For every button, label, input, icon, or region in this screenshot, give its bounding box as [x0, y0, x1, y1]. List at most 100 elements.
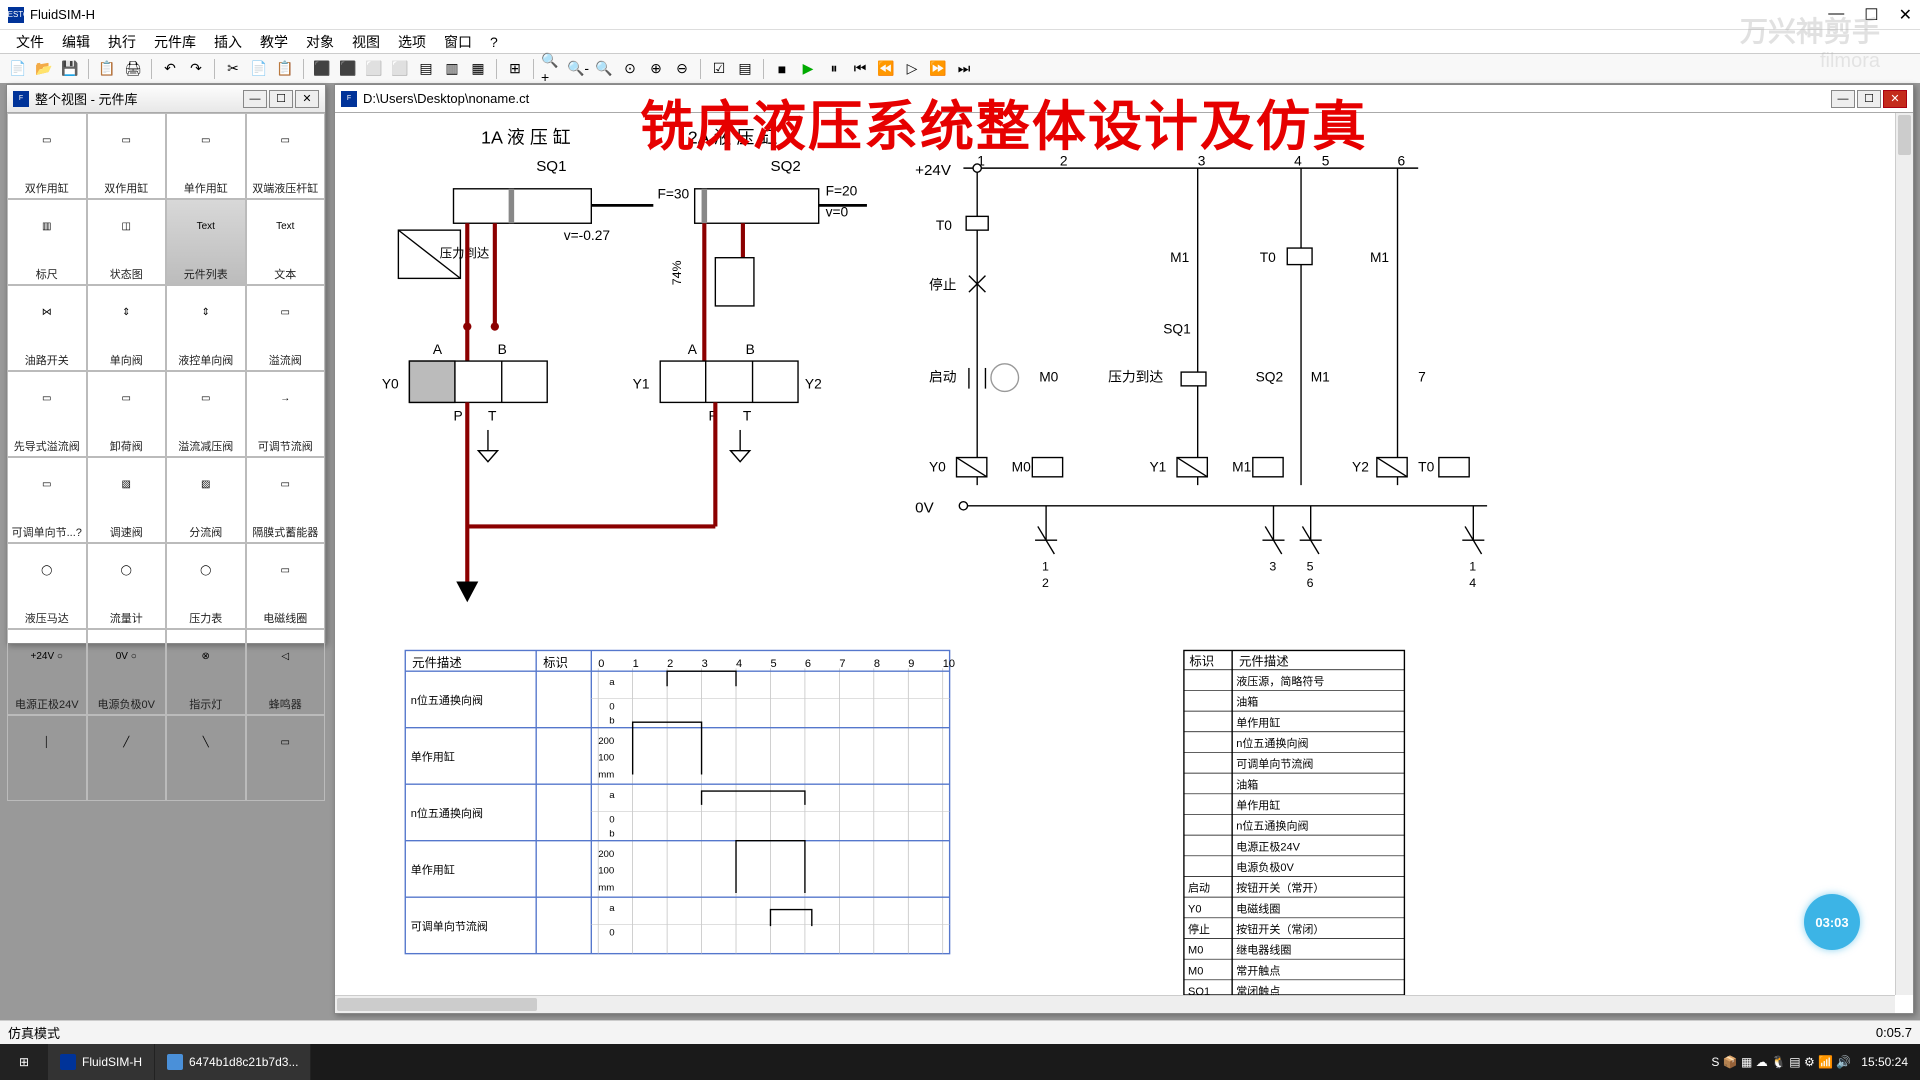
toolbar-btn-0-0[interactable]: 📄 — [6, 57, 30, 81]
toolbar-btn-8-1[interactable]: ▶ — [796, 57, 820, 81]
toolbar-btn-8-4[interactable]: ⏪ — [874, 57, 898, 81]
toolbar-btn-3-1[interactable]: 📄 — [247, 57, 271, 81]
lib-cell-21[interactable]: ◯流量计 — [87, 543, 167, 629]
svg-text:F=30: F=30 — [657, 186, 689, 201]
tray-icons[interactable]: S 📦 ▦ ☁ 🐧 ▤ ⚙ 📶 🔊 — [1711, 1055, 1851, 1069]
menu-教学[interactable]: 教学 — [252, 30, 296, 54]
canvas-min-button[interactable]: — — [1831, 90, 1855, 108]
lib-cell-14[interactable]: ▭溢流减压阀 — [166, 371, 246, 457]
lib-cell-27[interactable]: ◁蜂鸣器 — [246, 629, 326, 715]
lib-min-button[interactable]: — — [243, 90, 267, 108]
toolbar-btn-1-1[interactable]: 🖨 — [121, 57, 145, 81]
horizontal-scrollbar[interactable] — [335, 995, 1895, 1013]
svg-text:0: 0 — [598, 658, 604, 670]
lib-cell-18[interactable]: ▨分流阀 — [166, 457, 246, 543]
toolbar-btn-7-0[interactable]: ☑ — [707, 57, 731, 81]
menu-插入[interactable]: 插入 — [206, 30, 250, 54]
lib-cell-9[interactable]: ⇕单向阀 — [87, 285, 167, 371]
lib-cell-15[interactable]: →可调节流阀 — [246, 371, 326, 457]
toolbar-btn-5-0[interactable]: ⊞ — [503, 57, 527, 81]
toolbar-btn-3-0[interactable]: ✂ — [221, 57, 245, 81]
toolbar-btn-4-4[interactable]: ▤ — [414, 57, 438, 81]
menu-窗口[interactable]: 窗口 — [436, 30, 480, 54]
menu-元件库[interactable]: 元件库 — [146, 30, 204, 54]
vertical-scrollbar[interactable] — [1895, 113, 1913, 995]
canvas-max-button[interactable]: ☐ — [1857, 90, 1881, 108]
menu-视图[interactable]: 视图 — [344, 30, 388, 54]
lib-max-button[interactable]: ☐ — [269, 90, 293, 108]
menu-对象[interactable]: 对象 — [298, 30, 342, 54]
toolbar-btn-2-1[interactable]: ↷ — [184, 57, 208, 81]
start-button[interactable]: ⊞ — [0, 1044, 48, 1080]
toolbar-btn-4-3[interactable]: ⬜ — [388, 57, 412, 81]
lib-cell-24[interactable]: +24V ○电源正极24V — [7, 629, 87, 715]
toolbar-btn-8-5[interactable]: ▷ — [900, 57, 924, 81]
menu-?[interactable]: ? — [482, 32, 506, 52]
lib-cell-22[interactable]: ◯压力表 — [166, 543, 246, 629]
toolbar-btn-3-2[interactable]: 📋 — [273, 57, 297, 81]
taskbar-item-0[interactable]: FluidSIM-H — [48, 1044, 155, 1080]
toolbar-btn-8-2[interactable]: ⏸ — [822, 57, 846, 81]
svg-text:SQ2: SQ2 — [1256, 370, 1284, 385]
toolbar-btn-6-0[interactable]: 🔍+ — [540, 57, 564, 81]
toolbar-btn-6-5[interactable]: ⊖ — [670, 57, 694, 81]
lib-cell-17[interactable]: ▧调速阀 — [87, 457, 167, 543]
lib-cell-10[interactable]: ⇕液控单向阀 — [166, 285, 246, 371]
toolbar-btn-8-7[interactable]: ⏭ — [952, 57, 976, 81]
menu-编辑[interactable]: 编辑 — [54, 30, 98, 54]
lib-cell-28[interactable]: │ — [7, 715, 87, 801]
svg-text:可调单向节流阀: 可调单向节流阀 — [1236, 757, 1313, 771]
lib-cell-0[interactable]: ▭双作用缸 — [7, 113, 87, 199]
lib-cell-4[interactable]: ▥标尺 — [7, 199, 87, 285]
taskbar-item-1[interactable]: 6474b1d8c21b7d3... — [155, 1044, 311, 1080]
minimize-button[interactable]: — — [1828, 5, 1844, 25]
svg-text:Y0: Y0 — [1188, 903, 1201, 915]
lib-cell-2[interactable]: ▭单作用缸 — [166, 113, 246, 199]
maximize-button[interactable]: ☐ — [1864, 5, 1878, 25]
lib-cell-1[interactable]: ▭双作用缸 — [87, 113, 167, 199]
lib-cell-20[interactable]: ◯液压马达 — [7, 543, 87, 629]
toolbar-btn-4-0[interactable]: ⬛ — [310, 57, 334, 81]
library-grid: ▭双作用缸▭双作用缸▭单作用缸▭双端液压杆缸▥标尺◫状态图Text元件列表Tex… — [7, 113, 325, 801]
menu-执行[interactable]: 执行 — [100, 30, 144, 54]
toolbar-btn-4-5[interactable]: ▥ — [440, 57, 464, 81]
svg-text:200: 200 — [598, 849, 614, 860]
lib-cell-13[interactable]: ▭卸荷阀 — [87, 371, 167, 457]
lib-cell-25[interactable]: 0V ○电源负极0V — [87, 629, 167, 715]
toolbar-btn-6-4[interactable]: ⊕ — [644, 57, 668, 81]
toolbar-btn-6-1[interactable]: 🔍- — [566, 57, 590, 81]
lib-cell-16[interactable]: ▭可调单向节...? — [7, 457, 87, 543]
lib-cell-26[interactable]: ⊗指示灯 — [166, 629, 246, 715]
toolbar-btn-0-1[interactable]: 📂 — [32, 57, 56, 81]
lib-cell-5[interactable]: ◫状态图 — [87, 199, 167, 285]
toolbar-btn-8-3[interactable]: ⏮ — [848, 57, 872, 81]
canvas-area[interactable]: 1A 液 压 缸 2A 液 压 缸 SQ1 SQ2 F=30 v=-0.27 F… — [335, 113, 1895, 995]
lib-cell-11[interactable]: ▭溢流阀 — [246, 285, 326, 371]
lib-cell-7[interactable]: Text文本 — [246, 199, 326, 285]
lib-close-button[interactable]: ✕ — [295, 90, 319, 108]
toolbar-btn-1-0[interactable]: 📋 — [95, 57, 119, 81]
toolbar-btn-0-2[interactable]: 💾 — [58, 57, 82, 81]
lib-cell-23[interactable]: ▭电磁线圈 — [246, 543, 326, 629]
lib-cell-3[interactable]: ▭双端液压杆缸 — [246, 113, 326, 199]
close-button[interactable]: ✕ — [1899, 5, 1912, 25]
toolbar-btn-4-2[interactable]: ⬜ — [362, 57, 386, 81]
menu-选项[interactable]: 选项 — [390, 30, 434, 54]
lib-cell-31[interactable]: ▭ — [246, 715, 326, 801]
toolbar-btn-4-1[interactable]: ⬛ — [336, 57, 360, 81]
lib-cell-29[interactable]: ╱ — [87, 715, 167, 801]
lib-cell-8[interactable]: ⋈油路开关 — [7, 285, 87, 371]
menu-文件[interactable]: 文件 — [8, 30, 52, 54]
lib-cell-12[interactable]: ▭先导式溢流阀 — [7, 371, 87, 457]
lib-cell-30[interactable]: ╲ — [166, 715, 246, 801]
canvas-close-button[interactable]: ✕ — [1883, 90, 1907, 108]
toolbar-btn-4-6[interactable]: ▦ — [466, 57, 490, 81]
toolbar-btn-6-2[interactable]: 🔍 — [592, 57, 616, 81]
lib-cell-6[interactable]: Text元件列表 — [166, 199, 246, 285]
toolbar-btn-8-6[interactable]: ⏩ — [926, 57, 950, 81]
toolbar-btn-7-1[interactable]: ▤ — [733, 57, 757, 81]
toolbar-btn-8-0[interactable]: ■ — [770, 57, 794, 81]
toolbar-btn-6-3[interactable]: ⊙ — [618, 57, 642, 81]
lib-cell-19[interactable]: ▭隔膜式蓄能器 — [246, 457, 326, 543]
toolbar-btn-2-0[interactable]: ↶ — [158, 57, 182, 81]
